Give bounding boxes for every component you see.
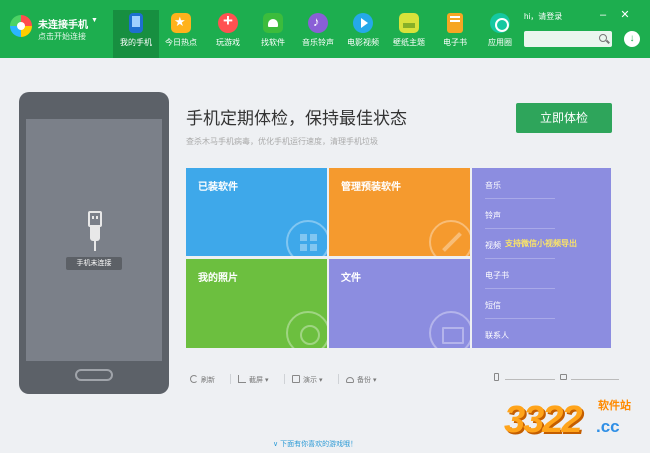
tablet-size-icon[interactable]: [560, 374, 567, 380]
nav-my-phone[interactable]: 我的手机: [113, 10, 159, 58]
phone-screen: 手机未连接: [26, 119, 162, 361]
star-icon: [171, 13, 191, 33]
size-slider-track[interactable]: [571, 379, 619, 380]
nav-label: 电影视频: [347, 38, 379, 47]
wallpaper-icon: [399, 13, 419, 33]
crop-icon: [238, 375, 246, 383]
page-subtitle: 查杀木马手机病毒，优化手机运行速度，清理手机垃圾: [186, 137, 378, 146]
android-icon: [263, 13, 283, 33]
watermark-domain: .cc: [596, 417, 620, 436]
tile-files[interactable]: 文件: [329, 259, 470, 348]
present-icon: [292, 375, 300, 383]
nav-label: 今日热点: [165, 38, 197, 47]
tool-label: 备份 ▾: [357, 377, 377, 384]
site-watermark: 3322 软件站 .cc: [504, 395, 644, 449]
connection-subtitle[interactable]: 点击开始连接: [38, 31, 86, 42]
refresh-button[interactable]: 刷新: [190, 375, 215, 385]
apps-grid-icon: [286, 220, 327, 256]
tile-preinstalled-apps[interactable]: 管理预装软件: [329, 168, 470, 256]
media-item-music[interactable]: 音乐: [485, 180, 501, 191]
nav-games[interactable]: 玩游戏: [205, 10, 251, 58]
music-icon: [308, 13, 328, 33]
backup-button[interactable]: 备份 ▾: [346, 375, 376, 385]
usb-icon: [88, 211, 102, 251]
wechat-video-promo[interactable]: 支持微信小视频导出: [505, 238, 577, 249]
nav-today-hot[interactable]: 今日热点: [158, 10, 204, 58]
media-item-sms[interactable]: 短信: [485, 300, 501, 311]
size-slider[interactable]: [505, 379, 555, 380]
cloud-icon: [346, 377, 354, 383]
more-games-link[interactable]: ∨ 下面有你喜欢的游戏哦！: [273, 439, 357, 449]
tile-installed-apps[interactable]: 已装软件: [186, 168, 327, 256]
app-circle-icon: [490, 13, 510, 33]
nav-label: 应用圈: [488, 38, 512, 47]
tool-label: 截屏 ▾: [249, 377, 269, 384]
folder-icon: [429, 311, 470, 348]
tile-label: 管理预装软件: [341, 182, 401, 193]
phone-icon: [129, 13, 143, 33]
media-item-ringtone[interactable]: 铃声: [485, 210, 501, 221]
page-title: 手机定期体检，保持最佳状态: [186, 109, 407, 128]
login-link[interactable]: hi，请登录: [524, 11, 562, 22]
search-icon[interactable]: [599, 34, 607, 42]
close-button[interactable]: ✕: [618, 8, 632, 22]
tile-label: 文件: [341, 273, 361, 284]
phone-illustration: 手机未连接: [19, 92, 169, 394]
connection-title[interactable]: 未连接手机: [38, 16, 88, 31]
nav-label: 我的手机: [120, 38, 152, 47]
nav-software[interactable]: 找软件: [250, 10, 296, 58]
nav-label: 壁纸主题: [393, 38, 425, 47]
tile-my-photos[interactable]: 我的照片: [186, 259, 327, 348]
media-panel: 音乐 铃声 视频 电子书 短信 联系人: [472, 168, 611, 348]
checkup-button[interactable]: 立即体检: [516, 103, 612, 133]
book-icon: [447, 13, 463, 33]
nav-video[interactable]: 电影视频: [340, 10, 386, 58]
nav-ebook[interactable]: 电子书: [432, 10, 478, 58]
nav-label: 玩游戏: [216, 38, 240, 47]
media-item-contacts[interactable]: 联系人: [485, 330, 509, 341]
search-input[interactable]: [527, 32, 593, 46]
tile-label: 已装软件: [198, 182, 238, 193]
gamepad-icon: [218, 11, 238, 33]
home-button-icon: [75, 369, 113, 381]
watermark-number: 3322: [504, 399, 583, 441]
nav-music[interactable]: 音乐铃声: [295, 10, 341, 58]
app-logo: [10, 15, 32, 37]
phone-size-icon[interactable]: [494, 373, 499, 381]
nav-wallpaper[interactable]: 壁纸主题: [386, 10, 432, 58]
photo-icon: [286, 311, 327, 348]
nav-label: 电子书: [443, 38, 467, 47]
tool-label: 演示 ▾: [303, 377, 323, 384]
media-item-video[interactable]: 视频: [485, 240, 501, 251]
download-manager-button[interactable]: ↓: [624, 31, 640, 47]
wrench-icon: [429, 220, 470, 256]
screenshot-button[interactable]: 截屏 ▾: [238, 375, 268, 385]
connection-dropdown-icon[interactable]: ▼: [91, 17, 98, 24]
refresh-icon: [190, 375, 198, 383]
media-item-ebook[interactable]: 电子书: [485, 270, 509, 281]
nav-label: 找软件: [261, 38, 285, 47]
watermark-site: 软件站: [598, 400, 631, 412]
tile-label: 我的照片: [198, 273, 238, 284]
play-icon: [353, 13, 373, 33]
minimize-button[interactable]: –: [596, 8, 610, 22]
present-button[interactable]: 演示 ▾: [292, 375, 322, 385]
search-box[interactable]: [524, 31, 612, 47]
nav-app-circle[interactable]: 应用圈: [477, 10, 523, 58]
header-bar: 未连接手机 ▼ 点击开始连接 我的手机 今日热点 玩游戏 找软件 音乐铃声 电影…: [0, 0, 650, 58]
tool-label: 刷新: [201, 377, 215, 384]
phone-status-label[interactable]: 手机未连接: [66, 257, 122, 270]
nav-label: 音乐铃声: [302, 38, 334, 47]
